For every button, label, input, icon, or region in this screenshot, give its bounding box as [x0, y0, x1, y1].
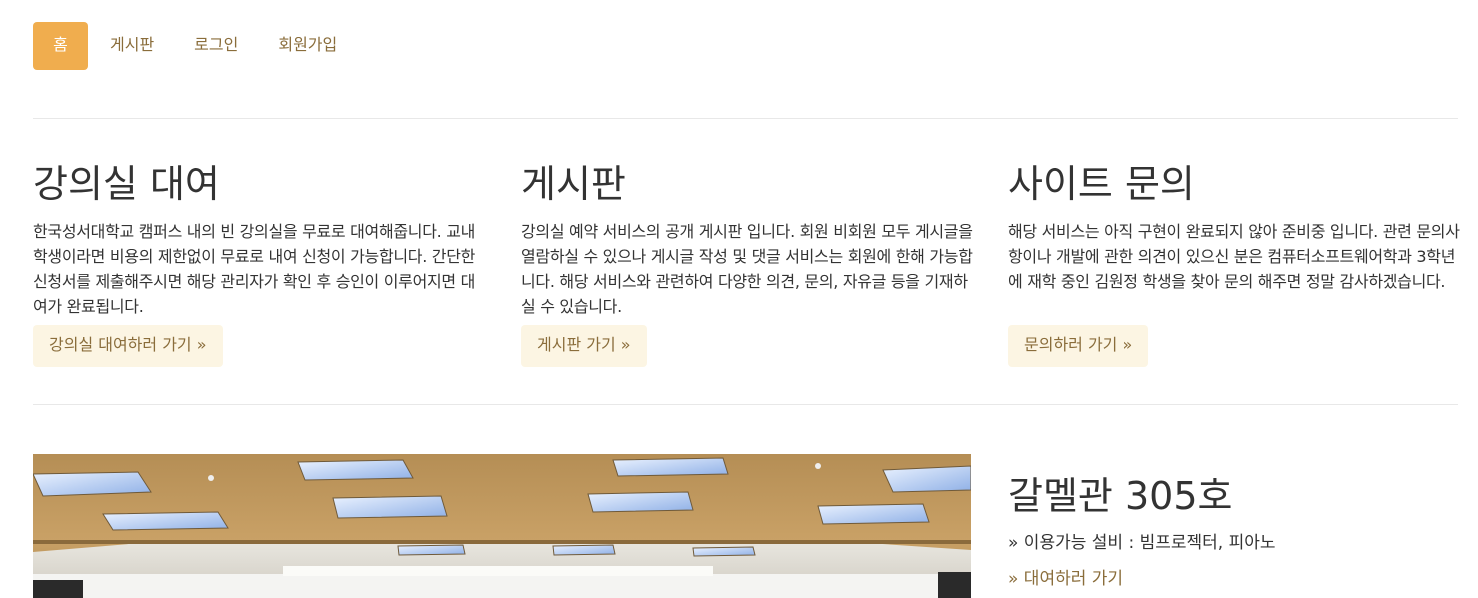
- top-nav: 홈 게시판 로그인 회원가입: [33, 22, 359, 70]
- nav-home[interactable]: 홈: [33, 22, 88, 70]
- column-site-inquiry: 사이트 문의 해당 서비스는 아직 구현이 완료되지 않아 준비중 입니다. 관…: [1008, 155, 1463, 367]
- divider-middle: [33, 404, 1458, 405]
- room-equipment: » 이용가능 설비 : 빔프로젝터, 피아노: [1008, 533, 1276, 553]
- board-button[interactable]: 게시판 가기 »: [521, 325, 647, 367]
- classroom-rental-button[interactable]: 강의실 대여하러 가기 »: [33, 325, 223, 367]
- column-title: 강의실 대여: [33, 162, 220, 206]
- classroom-photo: [33, 454, 971, 598]
- room-rental-link[interactable]: » 대여하러 가기: [1008, 566, 1458, 592]
- divider-top: [33, 118, 1458, 119]
- nav-login[interactable]: 로그인: [176, 22, 256, 70]
- feature-room-info: 갈멜관 305호 » 이용가능 설비 : 빔프로젝터, 피아노 » 대여하러 가…: [1008, 468, 1458, 592]
- column-board: 게시판 강의실 예약 서비스의 공개 게시판 입니다. 회원 비회원 모두 게시…: [521, 155, 976, 367]
- column-body: 강의실 예약 서비스의 공개 게시판 입니다. 회원 비회원 모두 게시글을 열…: [521, 222, 973, 316]
- column-classroom-rental: 강의실 대여 한국성서대학교 캠퍼스 내의 빈 강의실을 무료로 대여해줍니다.…: [33, 155, 488, 367]
- column-title: 사이트 문의: [1008, 162, 1195, 206]
- nav-signup[interactable]: 회원가입: [260, 22, 355, 70]
- column-title: 게시판: [521, 162, 626, 206]
- column-body: 해당 서비스는 아직 구현이 완료되지 않아 준비중 입니다. 관련 문의사항이…: [1008, 222, 1460, 291]
- room-title: 갈멜관 305호: [1008, 474, 1233, 518]
- column-body: 한국성서대학교 캠퍼스 내의 빈 강의실을 무료로 대여해줍니다. 교내 학생이…: [33, 222, 476, 316]
- nav-board[interactable]: 게시판: [92, 22, 172, 70]
- inquiry-button[interactable]: 문의하러 가기 »: [1008, 325, 1149, 367]
